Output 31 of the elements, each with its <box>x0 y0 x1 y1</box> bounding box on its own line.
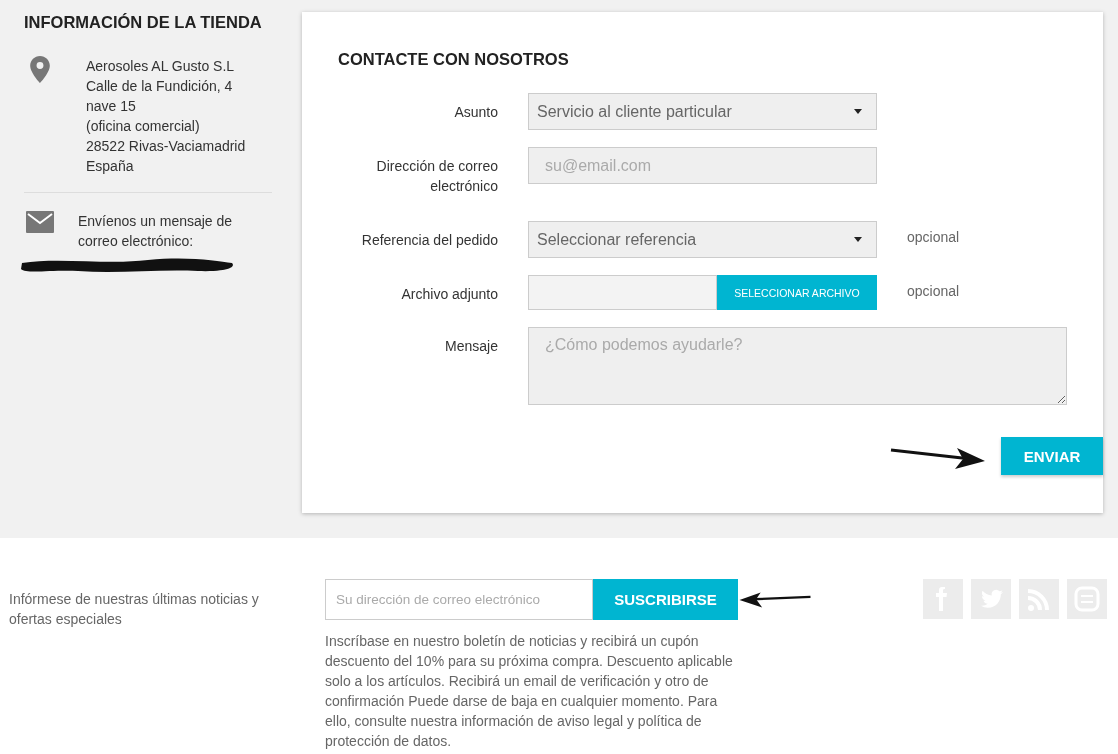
field-label: Referencia del pedido <box>360 231 498 250</box>
address-line: nave 15 <box>86 97 137 116</box>
dropdown[interactable]: Servicio al cliente particular <box>528 93 877 130</box>
file-name-field[interactable] <box>528 275 717 310</box>
field-label: Dirección de correo electrónico <box>375 157 498 196</box>
caret-icon <box>854 237 862 242</box>
field-label: Mensaje <box>444 337 498 356</box>
envelope-icon <box>26 211 54 233</box>
address-line: España <box>86 157 135 176</box>
form-title: CONTACTE CON NOSOTROS <box>338 50 570 69</box>
section-title: INFORMACIÓN DE LA TIENDA <box>24 12 263 32</box>
caret-icon <box>854 109 862 114</box>
newsletter-legal-text: Inscríbase en nuestro boletín de noticias y recibirá un cupón descuento del 10% para su próxima compra. Descuento aplicable solo a los artículos. Recibirá un email de verificación y otro de confirmación Puede darse de baja en cualquier momento. Para ello, consulte nuestra información de aviso legal y política de protección de datos. <box>325 632 734 751</box>
address-line: Aerosoles AL Gusto S.L <box>86 57 236 76</box>
address-line: (oficina comercial) <box>86 117 201 136</box>
email-field[interactable]: su@email.com <box>528 147 877 184</box>
field-label: Archivo adjunto <box>400 285 498 304</box>
subscribe-button[interactable]: SUSCRIBIRSE <box>593 579 738 620</box>
dropdown[interactable]: Seleccionar referencia <box>528 221 877 258</box>
newsletter-text: Infórmese de nuestras últimas noticias y ofertas especiales <box>9 590 260 629</box>
address-line: Calle de la Fundición, 4 <box>86 77 234 96</box>
location-pin-icon <box>30 56 50 83</box>
email-field[interactable]: Su dirección de correo electrónico <box>325 579 593 620</box>
email-label: Envíenos un mensaje de correo electrónico: <box>78 212 234 251</box>
optional-note: opcional <box>907 228 961 245</box>
address-line: 28522 Rivas-Vaciamadrid <box>86 137 246 156</box>
message-field[interactable]: ¿Cómo podemos ayudarle? <box>528 327 1067 405</box>
send-button[interactable]: ENVIAR <box>1001 437 1103 475</box>
select-file-button[interactable]: SELECCIONAR ARCHIVO <box>717 275 877 310</box>
field-label: Asunto <box>453 103 498 122</box>
optional-note: opcional <box>907 282 961 299</box>
